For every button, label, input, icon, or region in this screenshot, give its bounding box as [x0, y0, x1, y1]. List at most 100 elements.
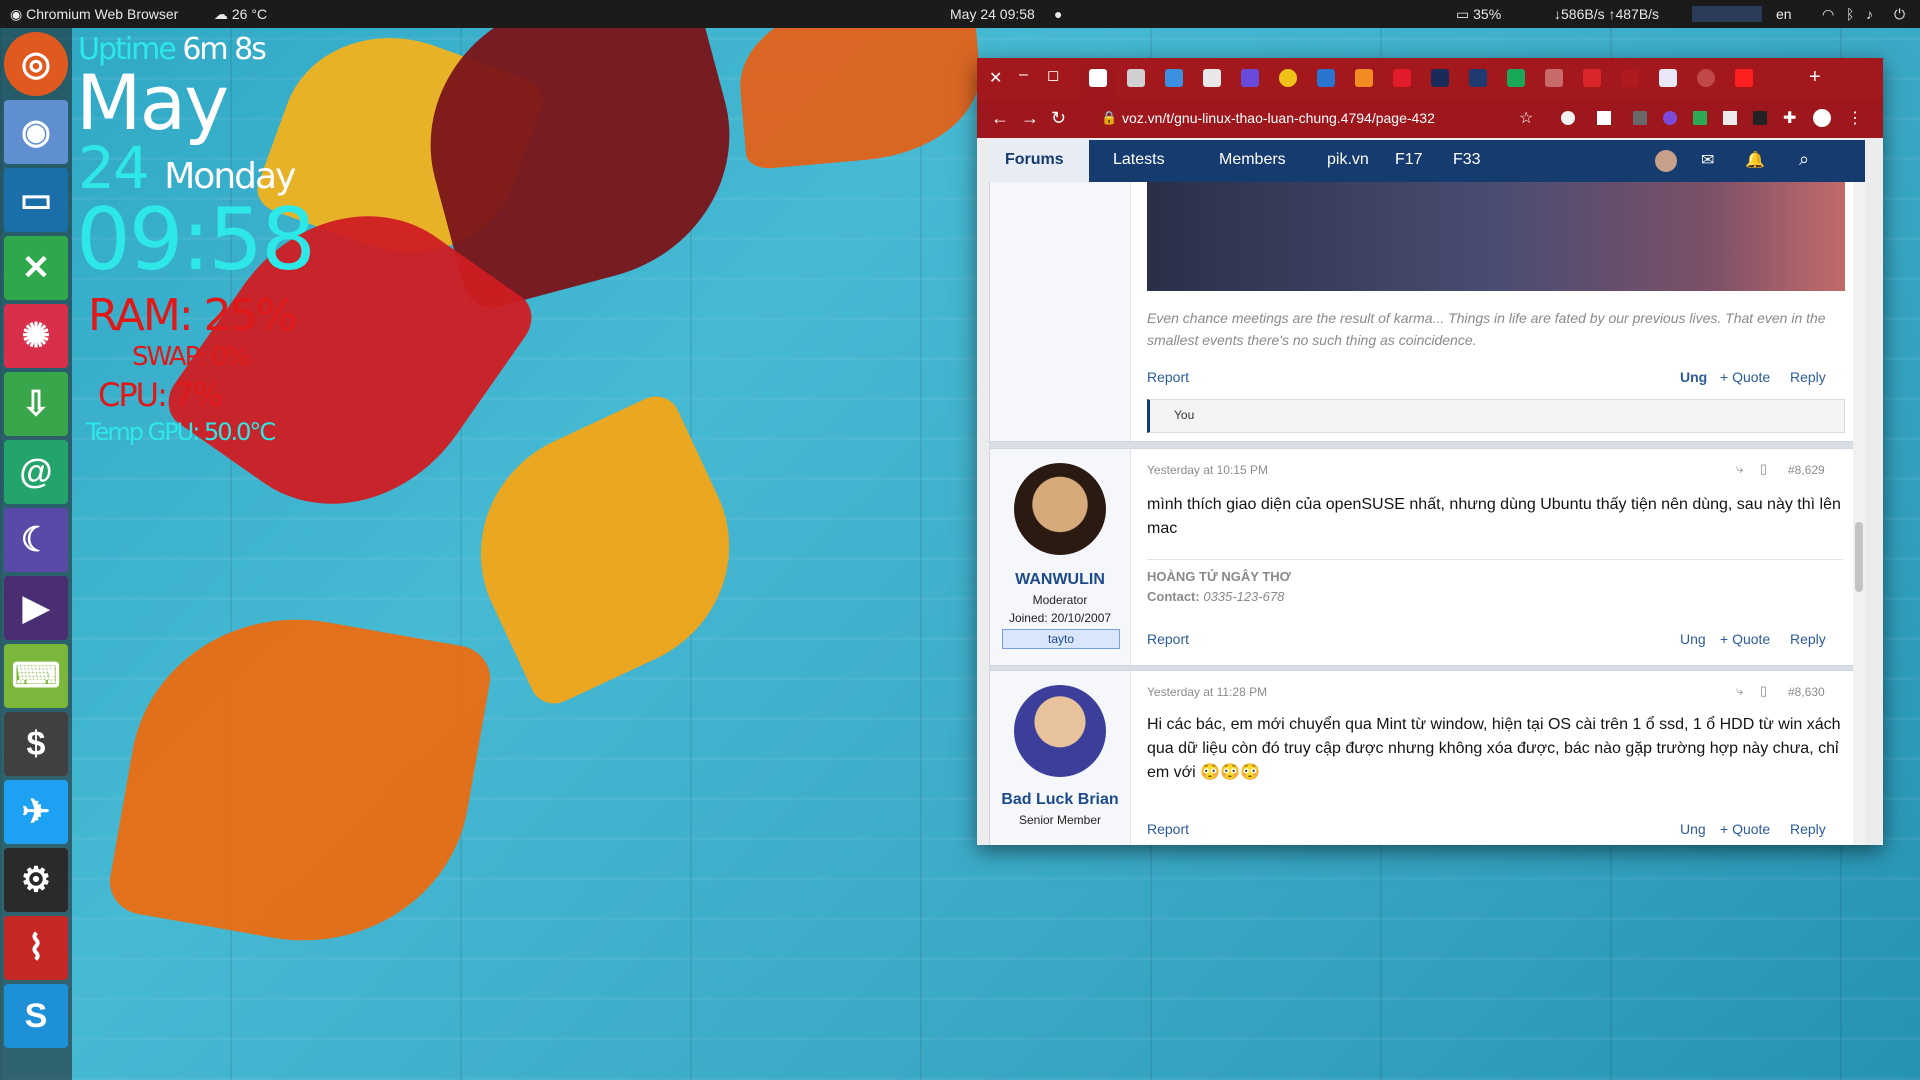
tab-favicon-icon[interactable]: [1089, 69, 1107, 87]
new-tab-button[interactable]: +: [1809, 66, 1821, 89]
skype-icon[interactable]: S: [4, 984, 68, 1048]
reply-button[interactable]: Reply: [1790, 631, 1826, 647]
tab-favicon-icon[interactable]: [1317, 69, 1335, 87]
url-field[interactable]: voz.vn/t/gnu-linux-thao-luan-chung.4794/…: [1122, 110, 1435, 126]
extension-icon[interactable]: [1597, 111, 1611, 125]
attached-screenshot[interactable]: [1147, 182, 1845, 291]
tab-favicon-icon[interactable]: [1469, 69, 1487, 87]
menu-kebab-icon[interactable]: ⋮: [1847, 108, 1863, 128]
post-number[interactable]: #8,629: [1788, 463, 1825, 477]
reaction-you[interactable]: You: [1174, 408, 1194, 422]
post-number[interactable]: #8,630: [1788, 685, 1825, 699]
report-link[interactable]: Report: [1147, 369, 1189, 385]
tab-favicon-icon[interactable]: [1355, 69, 1373, 87]
app-menu[interactable]: ◉ Chromium Web Browser: [10, 0, 178, 28]
extension-icon[interactable]: [1693, 111, 1707, 125]
battery-indicator[interactable]: ▭ 35%: [1456, 0, 1501, 28]
quote-button[interactable]: + Quote: [1720, 369, 1770, 385]
games-icon[interactable]: ⌨: [4, 644, 68, 708]
bookmark-icon[interactable]: ▯: [1760, 461, 1767, 477]
minimize-window-icon[interactable]: –: [1019, 66, 1028, 84]
video-icon[interactable]: ▶: [4, 576, 68, 640]
ubuntu-icon[interactable]: ◎: [4, 32, 68, 96]
search-icon[interactable]: ⌕: [1799, 149, 1809, 170]
mail-icon[interactable]: @: [4, 440, 68, 504]
bookmark-icon[interactable]: ▯: [1760, 683, 1767, 699]
terminal-icon[interactable]: $: [4, 712, 68, 776]
antenna-icon[interactable]: ⌇: [4, 916, 68, 980]
tab-favicon-icon[interactable]: [1393, 69, 1411, 87]
maximize-window-icon[interactable]: ◻: [1047, 66, 1059, 84]
tab-favicon-icon[interactable]: [1279, 69, 1297, 87]
power-icon[interactable]: ⏻: [1894, 0, 1905, 28]
extension-icon[interactable]: [1753, 111, 1767, 125]
tab-favicon-icon[interactable]: [1697, 69, 1715, 87]
avatar[interactable]: [1014, 463, 1106, 555]
quote-button[interactable]: + Quote: [1720, 631, 1770, 647]
tab-favicon-icon[interactable]: [1241, 69, 1259, 87]
post-time[interactable]: Yesterday at 10:15 PM: [1147, 463, 1268, 477]
share-icon[interactable]: ⤷: [1736, 461, 1743, 477]
tab-favicon-icon[interactable]: [1203, 69, 1221, 87]
avatar[interactable]: [1014, 685, 1106, 777]
bell-icon[interactable]: 🔔: [1745, 150, 1765, 170]
report-link[interactable]: Report: [1147, 821, 1189, 837]
tab-favicon-icon[interactable]: [1735, 69, 1753, 87]
scrollbar[interactable]: [1853, 182, 1865, 845]
tab-favicon-icon[interactable]: [1659, 69, 1677, 87]
react-button[interactable]: Ung: [1680, 631, 1706, 647]
tab-favicon-icon[interactable]: [1621, 69, 1639, 87]
clock[interactable]: May 24 09:58: [950, 0, 1035, 28]
nav-members[interactable]: Members: [1219, 151, 1286, 169]
bookmark-star-icon[interactable]: ☆: [1519, 108, 1533, 128]
quote-button[interactable]: + Quote: [1720, 821, 1770, 837]
weather-indicator[interactable]: ☁ 26 °C: [214, 0, 267, 28]
system-monitor-graph[interactable]: [1692, 6, 1762, 22]
nav-f33[interactable]: F33: [1453, 151, 1481, 169]
extension-icon[interactable]: [1663, 111, 1677, 125]
extension-icon[interactable]: [1633, 111, 1647, 125]
tab-favicon-icon[interactable]: [1545, 69, 1563, 87]
network-speed[interactable]: ↓586B/s ↑487B/s: [1554, 0, 1659, 28]
tab-favicon-icon[interactable]: [1583, 69, 1601, 87]
scrollbar-thumb[interactable]: [1855, 522, 1863, 592]
back-icon[interactable]: ←: [991, 108, 1009, 129]
software-icon[interactable]: ⇩: [4, 372, 68, 436]
tab-favicon-icon[interactable]: [1507, 69, 1525, 87]
chromium-icon[interactable]: ◉: [4, 100, 68, 164]
tab-favicon-icon[interactable]: [1165, 69, 1183, 87]
forward-icon[interactable]: →: [1021, 108, 1039, 129]
tab-favicon-icon[interactable]: [1431, 69, 1449, 87]
volume-icon[interactable]: ♪: [1866, 0, 1873, 28]
nav-f17[interactable]: F17: [1395, 151, 1423, 169]
extension-icon[interactable]: [1561, 111, 1575, 125]
author-name[interactable]: Bad Luck Brian: [990, 791, 1130, 809]
react-button[interactable]: Ung: [1680, 369, 1707, 385]
inbox-icon[interactable]: ✉: [1701, 150, 1714, 170]
tab-favicon-icon[interactable]: [1127, 69, 1145, 87]
post-time[interactable]: Yesterday at 11:28 PM: [1147, 685, 1267, 699]
files-icon[interactable]: ▭: [4, 168, 68, 232]
shutter-icon[interactable]: ✺: [4, 304, 68, 368]
reaction-bar[interactable]: You: [1147, 399, 1845, 433]
steam-icon[interactable]: ⚙: [4, 848, 68, 912]
reload-icon[interactable]: ↻: [1051, 108, 1066, 129]
author-name[interactable]: WANWULIN: [990, 571, 1130, 589]
wifi-icon[interactable]: ◠: [1822, 0, 1834, 28]
keyboard-layout[interactable]: en: [1776, 0, 1792, 28]
extension-icon[interactable]: [1723, 111, 1737, 125]
crossover-icon[interactable]: ✕: [4, 236, 68, 300]
reply-button[interactable]: Reply: [1790, 369, 1826, 385]
nav-forums-label[interactable]: Forums: [1005, 151, 1064, 169]
extensions-puzzle-icon[interactable]: ✚: [1783, 108, 1796, 128]
share-icon[interactable]: ⤷: [1736, 683, 1743, 699]
react-button[interactable]: Ung: [1680, 821, 1706, 837]
reply-button[interactable]: Reply: [1790, 821, 1826, 837]
thunderbird-icon[interactable]: ☾: [4, 508, 68, 572]
twitter-icon[interactable]: ✈: [4, 780, 68, 844]
nav-pik[interactable]: pik.vn: [1327, 151, 1369, 169]
avatar[interactable]: [1655, 150, 1677, 172]
close-window-icon[interactable]: ✕: [989, 68, 1002, 88]
bluetooth-icon[interactable]: ᛒ: [1846, 0, 1854, 28]
report-link[interactable]: Report: [1147, 631, 1189, 647]
